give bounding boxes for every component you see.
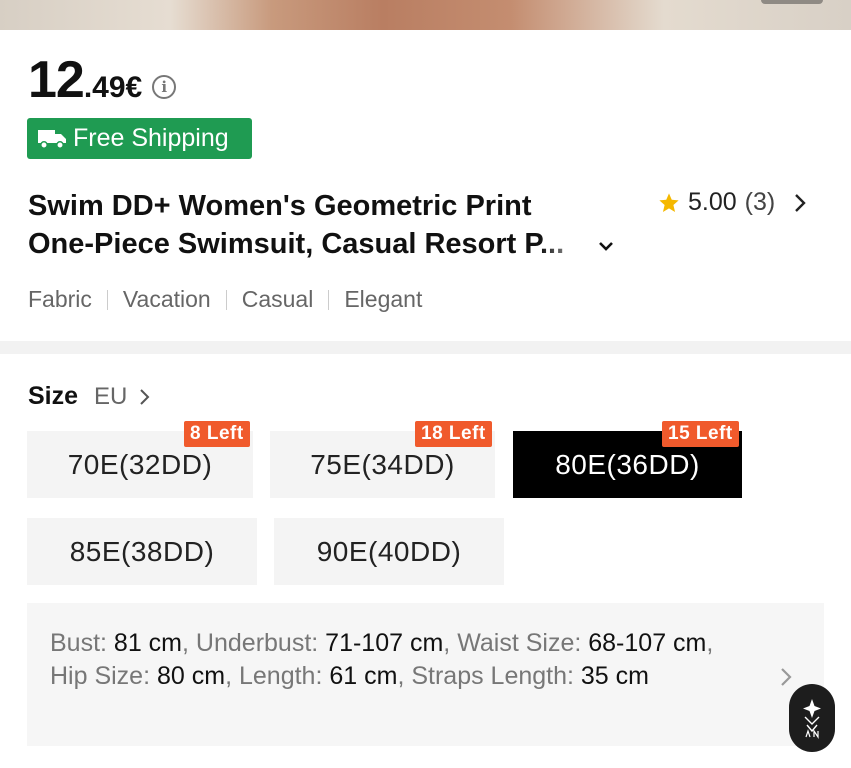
tag-casual[interactable]: Casual	[242, 286, 314, 313]
stock-badge: 8 Left	[184, 421, 250, 447]
size-unit[interactable]: EU	[94, 383, 127, 411]
info-icon[interactable]: i	[152, 75, 177, 99]
chevron-right-icon[interactable]	[793, 192, 807, 214]
tag-fabric[interactable]: Fabric	[28, 286, 92, 313]
chevron-down-icon[interactable]	[598, 238, 614, 254]
measurements-text: Bust: 81 cm, Underbust: 71-107 cm, Waist…	[50, 629, 714, 690]
product-image[interactable]	[0, 0, 851, 30]
measure-name: Waist Size:	[457, 629, 589, 657]
product-title[interactable]: Swim DD+ Women's Geometric Print One-Pie…	[28, 187, 628, 263]
measure-value: 68-107 cm	[588, 629, 707, 657]
rating-count: (3)	[744, 188, 776, 216]
price-decimal: .49€	[83, 71, 143, 104]
product-title-line1: Swim DD+ Women's Geometric Print	[28, 190, 532, 222]
rating-score: 5.00	[688, 188, 737, 216]
stock-badge: 15 Left	[662, 421, 739, 447]
chevron-right-icon[interactable]	[779, 666, 793, 688]
tag-divider	[328, 289, 330, 310]
stock-badge: 18 Left	[415, 421, 492, 447]
chevron-right-icon[interactable]	[139, 388, 151, 406]
measure-name: Straps Length:	[411, 661, 581, 690]
assistant-glyph-icon	[803, 699, 821, 739]
price: 12 .49€ i	[28, 50, 177, 110]
size-header[interactable]: Size EU	[28, 382, 151, 411]
star-icon	[659, 192, 679, 212]
measure-value: 61 cm	[329, 661, 398, 690]
truck-icon	[38, 129, 66, 149]
assistant-badge-icon[interactable]	[789, 684, 835, 752]
rating[interactable]: 5.00 (3)	[658, 188, 807, 217]
measure-value: 35 cm	[580, 661, 649, 690]
measure-value: 81 cm	[113, 629, 183, 657]
measure-name: Bust:	[50, 629, 114, 657]
section-divider	[0, 341, 851, 354]
tag-list: Fabric Vacation Casual Elegant	[28, 286, 422, 313]
tag-divider	[106, 289, 108, 310]
free-shipping-badge: Free Shipping	[27, 118, 252, 159]
measure-name: Length:	[238, 661, 330, 690]
tag-divider	[225, 289, 227, 310]
measure-value: 80 cm	[156, 661, 226, 690]
tag-vacation[interactable]: Vacation	[123, 286, 211, 313]
measure-name: Hip Size:	[50, 661, 157, 690]
free-shipping-label: Free Shipping	[73, 124, 229, 152]
tag-elegant[interactable]: Elegant	[344, 286, 422, 313]
measure-name: Underbust:	[195, 629, 326, 657]
image-overlay-control[interactable]	[761, 0, 823, 4]
size-option-90e[interactable]: 90E(40DD)	[274, 518, 504, 585]
product-title-line2: One-Piece Swimsuit, Casual Resort P...	[28, 228, 565, 260]
size-measurements[interactable]: Bust: 81 cm, Underbust: 71-107 cm, Waist…	[27, 603, 824, 746]
size-option-85e[interactable]: 85E(38DD)	[27, 518, 257, 585]
size-label: Size	[28, 382, 79, 410]
price-integer: 12	[28, 51, 85, 109]
measure-value: 71-107 cm	[325, 629, 444, 657]
